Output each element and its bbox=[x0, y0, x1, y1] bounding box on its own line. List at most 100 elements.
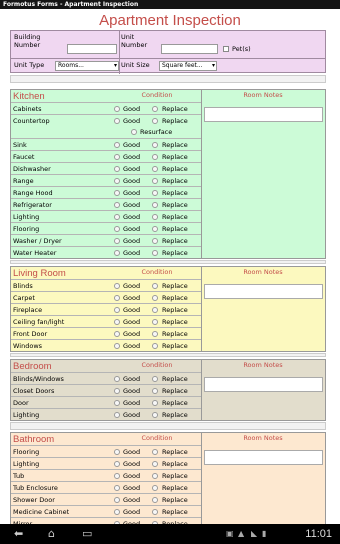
unit-size-value: Square feet... bbox=[162, 62, 203, 69]
replace-radio[interactable] bbox=[152, 376, 158, 382]
replace-radio[interactable] bbox=[152, 485, 158, 491]
inspection-row: Dishwasher Good Replace bbox=[11, 162, 201, 174]
replace-radio[interactable] bbox=[152, 142, 158, 148]
replace-radio[interactable] bbox=[152, 307, 158, 313]
window-title: Formotus Forms - Apartment Inspection bbox=[3, 1, 139, 8]
good-radio[interactable] bbox=[114, 307, 120, 313]
good-radio[interactable] bbox=[114, 238, 120, 244]
replace-radio[interactable] bbox=[152, 214, 158, 220]
form-content[interactable]: Apartment Inspection Building Number Uni… bbox=[0, 9, 340, 524]
replace-radio[interactable] bbox=[152, 178, 158, 184]
replace-radio[interactable] bbox=[152, 319, 158, 325]
inspection-row: Fireplace Good Replace bbox=[11, 303, 201, 315]
inspection-row: Flooring Good Replace bbox=[11, 222, 201, 234]
good-radio[interactable] bbox=[114, 295, 120, 301]
recent-apps-icon[interactable]: ▭ bbox=[82, 527, 92, 541]
replace-radio[interactable] bbox=[152, 412, 158, 418]
good-radio[interactable] bbox=[114, 283, 120, 289]
good-radio[interactable] bbox=[114, 449, 120, 455]
building-number-field[interactable] bbox=[67, 44, 117, 54]
pets-checkbox[interactable] bbox=[223, 46, 229, 52]
replace-radio[interactable] bbox=[152, 449, 158, 455]
unit-type-value: Rooms... bbox=[58, 62, 84, 69]
item-label: Carpet bbox=[13, 294, 35, 302]
good-radio[interactable] bbox=[114, 412, 120, 418]
good-radio[interactable] bbox=[114, 485, 120, 491]
replace-radio[interactable] bbox=[152, 343, 158, 349]
replace-label: Replace bbox=[162, 237, 188, 245]
good-radio[interactable] bbox=[114, 118, 120, 124]
replace-radio[interactable] bbox=[152, 509, 158, 515]
replace-label: Replace bbox=[162, 508, 188, 516]
replace-label: Replace bbox=[162, 165, 188, 173]
column-divider bbox=[201, 360, 202, 420]
screenshot-icon: ▣ bbox=[226, 529, 234, 538]
replace-label: Replace bbox=[162, 411, 188, 419]
replace-radio[interactable] bbox=[152, 388, 158, 394]
good-radio[interactable] bbox=[114, 473, 120, 479]
item-label: Sink bbox=[13, 141, 27, 149]
good-radio[interactable] bbox=[114, 142, 120, 148]
replace-radio[interactable] bbox=[152, 331, 158, 337]
room-notes-field[interactable] bbox=[204, 107, 323, 122]
replace-radio[interactable] bbox=[152, 166, 158, 172]
good-radio[interactable] bbox=[114, 319, 120, 325]
good-radio[interactable] bbox=[114, 226, 120, 232]
replace-radio[interactable] bbox=[152, 154, 158, 160]
item-label: Windows bbox=[13, 342, 43, 350]
good-radio[interactable] bbox=[114, 178, 120, 184]
good-radio[interactable] bbox=[114, 202, 120, 208]
back-icon[interactable]: ⬅ bbox=[14, 527, 23, 541]
replace-radio[interactable] bbox=[152, 473, 158, 479]
replace-radio[interactable] bbox=[152, 190, 158, 196]
replace-radio[interactable] bbox=[152, 295, 158, 301]
good-label: Good bbox=[123, 306, 141, 314]
replace-radio[interactable] bbox=[152, 226, 158, 232]
inspection-row: Windows Good Replace bbox=[11, 339, 201, 351]
good-label: Good bbox=[123, 342, 141, 350]
good-radio[interactable] bbox=[114, 388, 120, 394]
replace-radio[interactable] bbox=[152, 202, 158, 208]
room-notes-field[interactable] bbox=[204, 450, 323, 465]
replace-label: Replace bbox=[162, 282, 188, 290]
section-bedroom: Bedroom Condition Room Notes Blinds/Windows… bbox=[10, 359, 326, 421]
home-icon[interactable]: ⌂ bbox=[48, 527, 55, 541]
clock: 11:01 bbox=[305, 528, 332, 540]
replace-radio[interactable] bbox=[152, 283, 158, 289]
unit-type-select[interactable]: Rooms... ▾ bbox=[55, 61, 119, 71]
good-radio[interactable] bbox=[114, 331, 120, 337]
good-radio[interactable] bbox=[114, 190, 120, 196]
replace-radio[interactable] bbox=[152, 497, 158, 503]
room-notes-field[interactable] bbox=[204, 284, 323, 299]
good-radio[interactable] bbox=[114, 166, 120, 172]
good-radio[interactable] bbox=[114, 343, 120, 349]
good-radio[interactable] bbox=[114, 461, 120, 467]
replace-label: Replace bbox=[162, 460, 188, 468]
item-label: Water Heater bbox=[13, 249, 57, 257]
section-title: Bathroom bbox=[13, 434, 55, 445]
good-radio[interactable] bbox=[114, 400, 120, 406]
room-notes-field[interactable] bbox=[204, 377, 323, 392]
replace-radio[interactable] bbox=[152, 400, 158, 406]
replace-radio[interactable] bbox=[152, 461, 158, 467]
good-radio[interactable] bbox=[114, 497, 120, 503]
replace-radio[interactable] bbox=[152, 238, 158, 244]
unit-number-field[interactable] bbox=[161, 44, 218, 54]
condition-header: Condition bbox=[141, 434, 173, 442]
good-label: Good bbox=[123, 213, 141, 221]
item-label: Blinds/Windows bbox=[13, 375, 64, 383]
replace-radio[interactable] bbox=[152, 106, 158, 112]
resurface-radio[interactable] bbox=[131, 129, 137, 135]
replace-radio[interactable] bbox=[152, 250, 158, 256]
condition-header: Condition bbox=[141, 361, 173, 369]
good-radio[interactable] bbox=[114, 214, 120, 220]
good-radio[interactable] bbox=[114, 250, 120, 256]
unit-size-select[interactable]: Square feet... ▾ bbox=[159, 61, 217, 71]
good-radio[interactable] bbox=[114, 154, 120, 160]
good-radio[interactable] bbox=[114, 509, 120, 515]
good-radio[interactable] bbox=[114, 376, 120, 382]
good-radio[interactable] bbox=[114, 106, 120, 112]
item-label: Blinds bbox=[13, 282, 33, 290]
replace-radio[interactable] bbox=[152, 118, 158, 124]
item-label: Shower Door bbox=[13, 496, 55, 504]
